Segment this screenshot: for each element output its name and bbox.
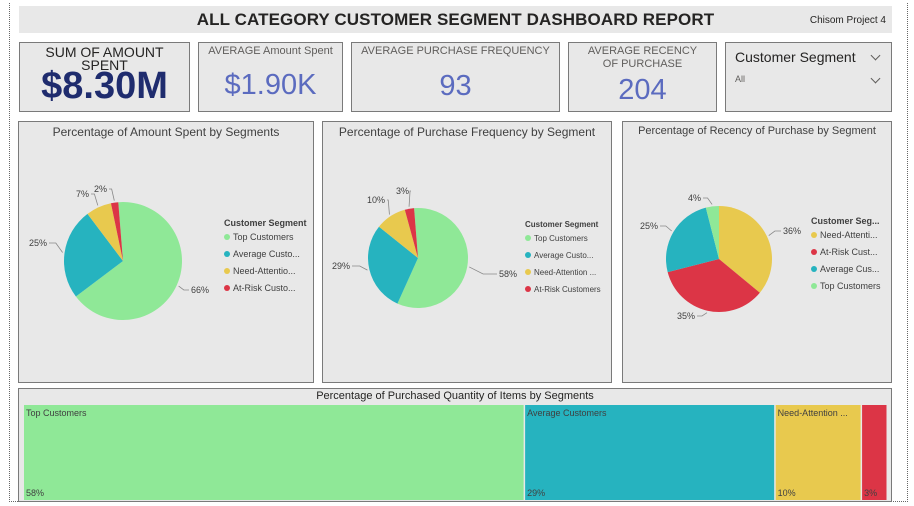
legend-marker <box>224 251 230 257</box>
leader-line <box>703 197 713 205</box>
treemap-cell-value: 29% <box>527 488 545 498</box>
legend-marker <box>224 268 230 274</box>
dropdown-chevron-icon[interactable] <box>870 73 881 84</box>
data-label: 29% <box>332 261 350 271</box>
legend-title: Customer Segment <box>224 218 307 228</box>
kpi-purchase-frequency-label: AVERAGE PURCHASE FREQUENCY <box>361 45 550 57</box>
data-label: 25% <box>640 221 658 231</box>
kpi-recency: AVERAGE RECENCY OF PURCHASE 204 <box>568 42 717 112</box>
leader-line <box>49 242 63 253</box>
legend-label[interactable]: Need-Attention ... <box>534 268 596 277</box>
legend-label[interactable]: Average Custo... <box>233 249 300 259</box>
legend-label[interactable]: Average Custo... <box>534 251 593 260</box>
data-label: 2% <box>94 184 107 194</box>
data-label: 36% <box>783 226 801 236</box>
data-label: 35% <box>677 311 695 321</box>
pie-svg: 58% 29% 10% 3% Customer Segment Top Customers… <box>332 186 601 308</box>
treemap-cell-value: 10% <box>778 488 796 498</box>
report-header: ALL CATEGORY CUSTOMER SEGMENT DASHBOARD … <box>19 6 892 33</box>
legend-label[interactable]: At-Risk Custo... <box>233 283 296 293</box>
leader-line <box>178 285 189 291</box>
slicer-selected-value[interactable]: All <box>735 74 745 84</box>
pie-chart-amount-spent: Percentage of Amount Spent by Segments 6… <box>18 121 314 383</box>
report-title: ALL CATEGORY CUSTOMER SEGMENT DASHBOARD … <box>196 10 715 29</box>
leader-line <box>408 190 411 207</box>
leader-line <box>387 199 390 215</box>
leader-line <box>469 266 497 275</box>
treemap-cell-value: 3% <box>864 488 877 498</box>
leader-line <box>768 230 781 236</box>
data-label: 7% <box>76 189 89 199</box>
legend-title: Customer Segment <box>525 220 599 229</box>
data-label: 66% <box>191 285 209 295</box>
kpi-recency-value: 204 <box>618 74 667 106</box>
legend-marker <box>811 266 817 272</box>
treemap-cell[interactable] <box>24 405 524 500</box>
leader-line <box>352 265 368 271</box>
legend-label[interactable]: Top Customers <box>233 232 294 242</box>
kpi-average-spent: AVERAGE Amount Spent $1.90K <box>198 42 343 112</box>
collapse-chevron-icon[interactable] <box>870 50 881 61</box>
data-label: 10% <box>367 195 385 205</box>
kpi-recency-label: AVERAGE RECENCY OF PURCHASE <box>587 45 698 70</box>
legend-marker <box>525 286 531 292</box>
kpi-average-spent-value: $1.90K <box>224 69 317 101</box>
pie-chart-recency: Percentage of Recency of Purchase by Seg… <box>622 121 892 383</box>
legend-marker <box>525 252 531 258</box>
treemap-cell[interactable] <box>862 405 887 500</box>
legend-label[interactable]: Top Customers <box>820 281 881 291</box>
treemap-cell[interactable] <box>775 405 861 500</box>
treemap-cell-name: Need-Attention ... <box>778 408 848 418</box>
legend-label[interactable]: At-Risk Cust... <box>820 247 878 257</box>
treemap-cell[interactable] <box>525 405 775 500</box>
treemap-svg: Top Customers 58% Average Customers 29% Need… <box>24 405 887 500</box>
customer-segment-slicer[interactable]: Customer Segment All <box>725 42 892 112</box>
pie-svg: 36% 35% 25% 4% Customer Seg... Need-Attenti..… <box>640 193 881 321</box>
legend-label[interactable]: Need-Attentio... <box>233 266 296 276</box>
legend-marker <box>811 232 817 238</box>
treemap-purchased-quantity: Percentage of Purchased Quantity of Item… <box>18 388 892 502</box>
data-label: 58% <box>499 269 517 279</box>
kpi-total-spent: SUM OF AMOUNT SPENT $8.30M <box>19 42 190 112</box>
treemap-cell-name: Average Customers <box>527 408 607 418</box>
legend-label[interactable]: Need-Attenti... <box>820 230 878 240</box>
project-name: Chisom Project 4 <box>809 15 886 26</box>
legend-title: Customer Seg... <box>811 216 880 226</box>
pie-chart-purchase-frequency: Percentage of Purchase Frequency by Segm… <box>322 121 612 383</box>
pie-svg: 66% 25% 7% 2% Customer Segment Top Customers A… <box>29 184 307 320</box>
legend-marker <box>811 249 817 255</box>
kpi-purchase-frequency-value: 93 <box>439 70 472 102</box>
legend-marker <box>525 269 531 275</box>
leader-line <box>109 188 115 201</box>
kpi-total-spent-value: $8.30M <box>41 65 168 107</box>
legend-marker <box>224 285 230 291</box>
data-label: 3% <box>396 186 409 196</box>
legend-label[interactable]: Top Customers <box>534 234 588 243</box>
legend-marker <box>525 235 531 241</box>
treemap-cell-name: Top Customers <box>26 408 87 418</box>
kpi-purchase-frequency: AVERAGE PURCHASE FREQUENCY 93 <box>351 42 560 112</box>
leader-line <box>91 193 99 206</box>
legend-label[interactable]: Average Cus... <box>820 264 879 274</box>
legend-label[interactable]: At-Risk Customers <box>534 285 601 294</box>
legend-marker <box>811 283 817 289</box>
leader-line <box>660 225 672 232</box>
leader-line <box>697 312 708 317</box>
treemap-cell-value: 58% <box>26 488 44 498</box>
legend-marker <box>224 234 230 240</box>
kpi-average-spent-label: AVERAGE Amount Spent <box>208 45 333 57</box>
data-label: 4% <box>688 193 701 203</box>
data-label: 25% <box>29 238 47 248</box>
slicer-title: Customer Segment <box>735 49 856 65</box>
